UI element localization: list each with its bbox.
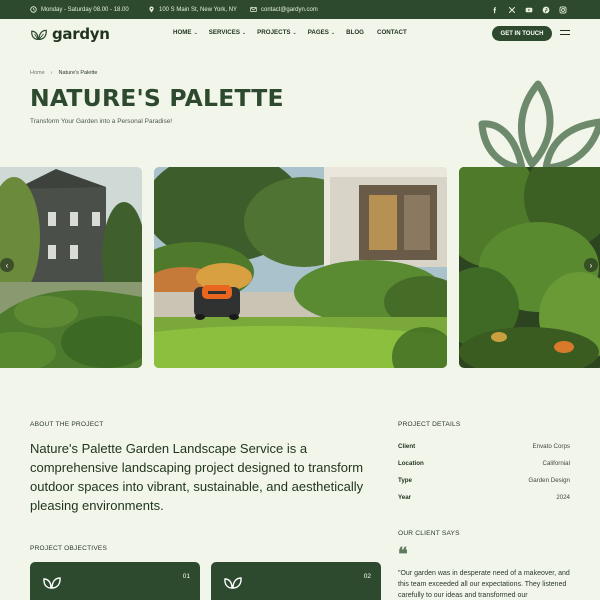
page-subtitle: Transform Your Garden into a Personal Pa… bbox=[30, 118, 173, 125]
detail-key: Client bbox=[398, 443, 416, 450]
breadcrumb: Home › Nature's Palette bbox=[30, 70, 97, 76]
leaf-icon bbox=[224, 577, 242, 589]
detail-row-type: Type Garden Design bbox=[398, 472, 570, 489]
gallery-prev-button[interactable]: ‹ bbox=[0, 258, 14, 272]
address-text: 100 S Main St, New York, NY bbox=[159, 6, 238, 13]
social-links bbox=[491, 0, 567, 19]
page-title: NATURE'S PALETTE bbox=[30, 84, 284, 112]
details-section-label: PROJECT DETAILS bbox=[398, 421, 461, 428]
objective-number: 02 bbox=[363, 573, 371, 580]
detail-key: Type bbox=[398, 477, 412, 484]
nav-services-label: SERVICES bbox=[208, 29, 240, 36]
instagram-icon[interactable] bbox=[559, 6, 567, 14]
detail-value: 2024 bbox=[556, 494, 570, 501]
nav-home[interactable]: HOME ⌄ bbox=[173, 29, 198, 36]
youtube-icon[interactable] bbox=[525, 6, 533, 14]
get-in-touch-button[interactable]: GET IN TOUCH bbox=[492, 26, 552, 41]
x-icon[interactable] bbox=[508, 6, 516, 14]
nav-pages[interactable]: PAGES ⌄ bbox=[308, 29, 335, 36]
mail-icon bbox=[250, 7, 257, 12]
location-pin-icon bbox=[149, 6, 154, 13]
project-details: Client Envato Corps Location Californial T… bbox=[398, 438, 570, 506]
decorative-leaves-icon bbox=[478, 80, 600, 168]
nav-contact[interactable]: CONTACT bbox=[377, 29, 407, 36]
gallery-image-lawnmower[interactable] bbox=[154, 167, 447, 368]
project-gallery: ‹ › bbox=[0, 167, 600, 368]
clock-icon bbox=[30, 6, 37, 13]
nav-blog[interactable]: BLOG bbox=[346, 29, 364, 36]
chevron-down-icon: ⌄ bbox=[330, 29, 336, 36]
detail-value: Envato Corps bbox=[532, 443, 571, 450]
logo-text: gardyn bbox=[52, 25, 110, 43]
pinterest-icon[interactable] bbox=[542, 6, 550, 14]
leaf-logo-icon bbox=[31, 29, 47, 41]
nav-projects-label: PROJECTS bbox=[257, 29, 291, 36]
gallery-image-ferns[interactable] bbox=[459, 167, 600, 368]
gallery-next-button[interactable]: › bbox=[584, 258, 598, 272]
objective-card: 02 bbox=[211, 562, 381, 600]
nav-contact-label: CONTACT bbox=[377, 29, 407, 36]
chevron-down-icon: ⌄ bbox=[193, 29, 198, 36]
detail-row-location: Location Californial bbox=[398, 455, 570, 472]
objective-number: 01 bbox=[182, 573, 190, 580]
breadcrumb-home[interactable]: Home bbox=[30, 70, 45, 76]
nav-blog-label: BLOG bbox=[346, 29, 364, 36]
email-text[interactable]: contact@gardyn.com bbox=[261, 7, 318, 13]
detail-key: Year bbox=[398, 494, 412, 501]
nav-projects[interactable]: PROJECTS ⌄ bbox=[257, 29, 297, 36]
breadcrumb-separator: › bbox=[50, 70, 53, 76]
about-description: Nature's Palette Garden Landscape Servic… bbox=[30, 441, 364, 513]
nav-home-label: HOME bbox=[173, 29, 192, 36]
address-info: 100 S Main St, New York, NY bbox=[148, 0, 237, 19]
quote-icon: ❝ bbox=[398, 544, 408, 565]
hamburger-menu-icon[interactable] bbox=[560, 30, 570, 37]
about-section-label: ABOUT THE PROJECT bbox=[30, 421, 104, 428]
objectives-section-label: PROJECT OBJECTIVES bbox=[30, 545, 108, 552]
hours-text: Monday - Saturday 08.00 - 18.00 bbox=[41, 6, 129, 13]
logo[interactable]: gardyn bbox=[30, 25, 110, 43]
chevron-right-icon: › bbox=[589, 260, 593, 270]
detail-row-year: Year 2024 bbox=[398, 489, 570, 506]
email-info[interactable]: contact@gardyn.com bbox=[250, 0, 318, 19]
gallery-image-house[interactable] bbox=[0, 167, 142, 368]
hours-info: Monday - Saturday 08.00 - 18.00 bbox=[30, 0, 129, 19]
nav-pages-label: PAGES bbox=[307, 29, 329, 36]
objective-card: 01 bbox=[30, 562, 200, 600]
chevron-left-icon: ‹ bbox=[5, 260, 9, 270]
nav-services[interactable]: SERVICES ⌄ bbox=[209, 29, 246, 36]
chevron-down-icon: ⌄ bbox=[292, 29, 297, 36]
leaf-icon bbox=[43, 577, 61, 589]
site-header: gardyn HOME ⌄ SERVICES ⌄ PROJECTS ⌄ PAGES ⌄ … bbox=[0, 19, 600, 49]
breadcrumb-current: Nature's Palette bbox=[58, 70, 98, 76]
detail-value: Californial bbox=[542, 460, 570, 467]
detail-row-client: Client Envato Corps bbox=[398, 438, 570, 455]
detail-key: Location bbox=[398, 460, 424, 467]
client-says-label: OUR CLIENT SAYS bbox=[398, 530, 460, 537]
detail-value: Garden Design bbox=[528, 477, 570, 484]
chevron-down-icon: ⌄ bbox=[241, 29, 247, 36]
facebook-icon[interactable] bbox=[491, 6, 499, 14]
client-quote: "Our garden was in desperate need of a m… bbox=[398, 570, 570, 599]
top-bar: Monday - Saturday 08.00 - 18.00 100 S Ma… bbox=[0, 0, 600, 19]
main-nav: HOME ⌄ SERVICES ⌄ PROJECTS ⌄ PAGES ⌄ BLOG CO… bbox=[173, 29, 407, 36]
